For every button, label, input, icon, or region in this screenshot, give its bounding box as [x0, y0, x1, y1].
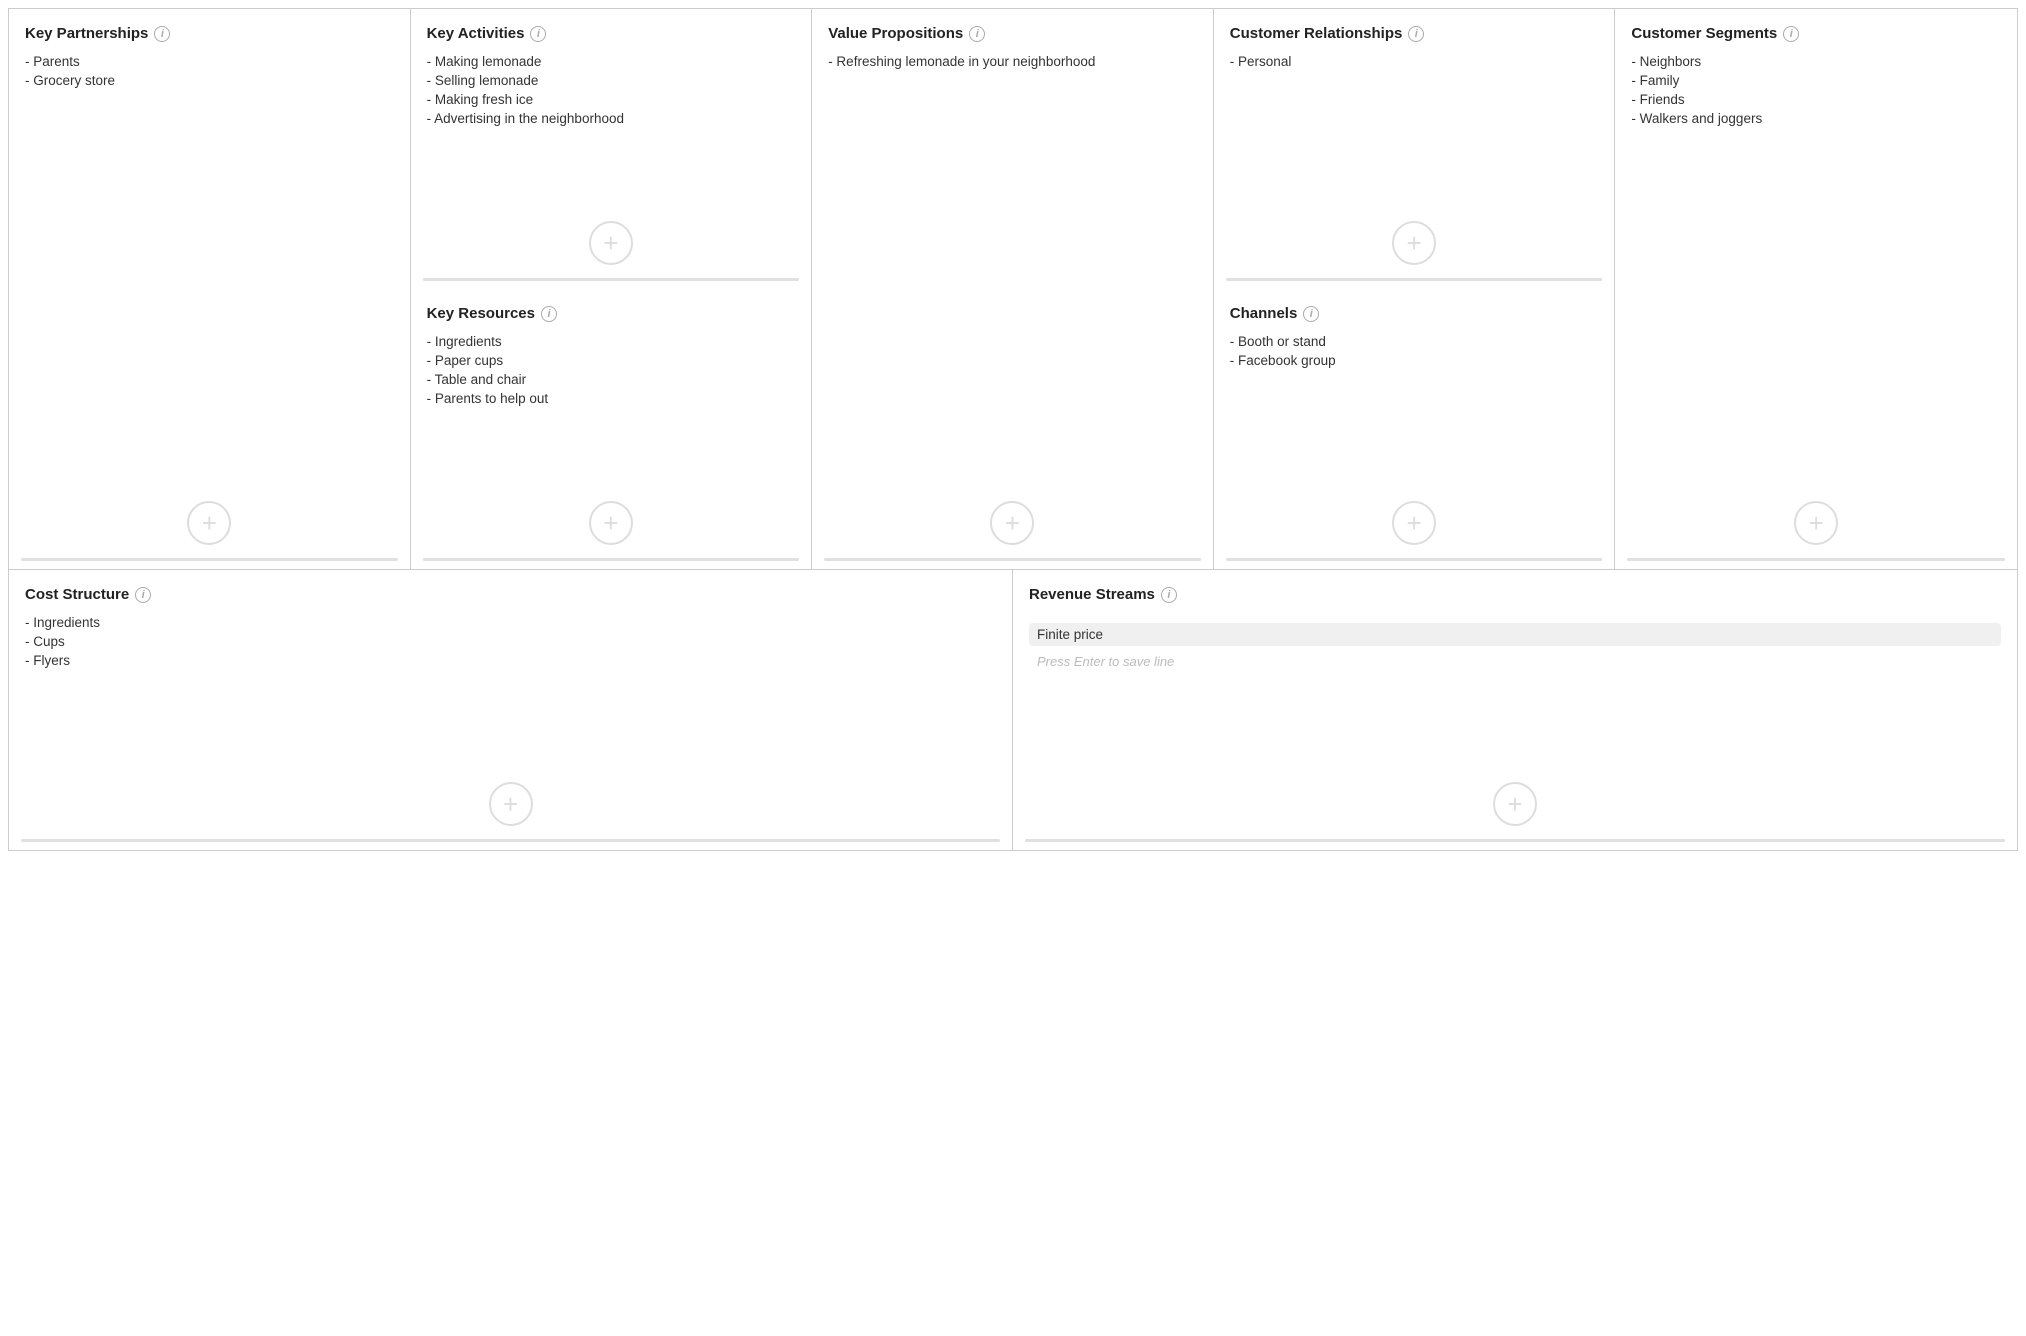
customer-segments-info-icon[interactable]: i — [1783, 26, 1799, 42]
revenue-streams-current-item[interactable]: Finite price — [1029, 623, 2001, 646]
key-partnerships-title: Key Partnerships i — [25, 25, 394, 42]
key-resources-section: Key Resources i - Ingredients - Paper cu… — [411, 289, 813, 569]
list-item: - Parents to help out — [427, 391, 796, 406]
list-item: - Selling lemonade — [427, 73, 796, 88]
key-partnerships-section: Key Partnerships i - Parents - Grocery s… — [9, 9, 411, 569]
key-resources-title: Key Resources i — [427, 305, 796, 322]
list-item: - Friends — [1631, 92, 2001, 107]
key-partnerships-label: Key Partnerships — [25, 25, 148, 42]
revenue-streams-placeholder[interactable]: Press Enter to save line — [1029, 650, 2001, 673]
list-item: - Booth or stand — [1230, 334, 1599, 349]
customer-segments-divider — [1627, 558, 2005, 561]
main-grid: Key Partnerships i - Parents - Grocery s… — [9, 9, 2017, 570]
key-resources-add-button[interactable]: + — [589, 501, 633, 545]
revenue-streams-title: Revenue Streams i — [1029, 586, 2001, 603]
customer-segments-list: - Neighbors - Family - Friends - Walkers… — [1631, 54, 2001, 553]
list-item: - Cups — [25, 634, 996, 649]
channels-section: Channels i - Booth or stand - Facebook g… — [1214, 289, 1616, 569]
list-item: - Making fresh ice — [427, 92, 796, 107]
list-item: - Walkers and joggers — [1631, 111, 2001, 126]
list-item: - Ingredients — [427, 334, 796, 349]
key-activities-label: Key Activities — [427, 25, 525, 42]
key-activities-info-icon[interactable]: i — [530, 26, 546, 42]
list-item: - Making lemonade — [427, 54, 796, 69]
bottom-row: Cost Structure i - Ingredients - Cups - … — [9, 570, 2017, 850]
list-item: - Personal — [1230, 54, 1599, 69]
list-item: - Family — [1631, 73, 2001, 88]
customer-relationships-title: Customer Relationships i — [1230, 25, 1599, 42]
key-partnerships-info-icon[interactable]: i — [154, 26, 170, 42]
cost-structure-label: Cost Structure — [25, 586, 129, 603]
value-propositions-label: Value Propositions — [828, 25, 963, 42]
key-activities-divider — [423, 278, 800, 281]
key-partnerships-add-button[interactable]: + — [187, 501, 231, 545]
cost-structure-title: Cost Structure i — [25, 586, 996, 603]
customer-segments-title: Customer Segments i — [1631, 25, 2001, 42]
list-item: - Grocery store — [25, 73, 394, 88]
value-propositions-list: - Refreshing lemonade in your neighborho… — [828, 54, 1197, 553]
value-propositions-section: Value Propositions i - Refreshing lemona… — [812, 9, 1214, 569]
key-activities-title: Key Activities i — [427, 25, 796, 42]
key-activities-add-button[interactable]: + — [589, 221, 633, 265]
revenue-streams-add-button[interactable]: + — [1493, 782, 1537, 826]
channels-info-icon[interactable]: i — [1303, 306, 1319, 322]
key-resources-divider — [423, 558, 800, 561]
key-partnerships-list: - Parents - Grocery store — [25, 54, 394, 553]
customer-relationships-label: Customer Relationships — [1230, 25, 1403, 42]
list-item: - Advertising in the neighborhood — [427, 111, 796, 126]
customer-relationships-divider — [1226, 278, 1603, 281]
list-item: - Table and chair — [427, 372, 796, 387]
value-propositions-title: Value Propositions i — [828, 25, 1197, 42]
customer-segments-label: Customer Segments — [1631, 25, 1777, 42]
value-propositions-divider — [824, 558, 1201, 561]
value-propositions-add-button[interactable]: + — [990, 501, 1034, 545]
list-item: - Neighbors — [1631, 54, 2001, 69]
revenue-streams-input-area: Finite price Press Enter to save line — [1029, 623, 2001, 673]
cost-structure-divider — [21, 839, 1000, 842]
cost-structure-section: Cost Structure i - Ingredients - Cups - … — [9, 570, 1013, 850]
list-item: - Ingredients — [25, 615, 996, 630]
revenue-streams-info-icon[interactable]: i — [1161, 587, 1177, 603]
revenue-streams-label: Revenue Streams — [1029, 586, 1155, 603]
channels-title: Channels i — [1230, 305, 1599, 322]
customer-segments-add-button[interactable]: + — [1794, 501, 1838, 545]
key-partnerships-divider — [21, 558, 398, 561]
customer-segments-section: Customer Segments i - Neighbors - Family… — [1615, 9, 2017, 569]
list-item: - Parents — [25, 54, 394, 69]
channels-divider — [1226, 558, 1603, 561]
revenue-streams-divider — [1025, 839, 2005, 842]
channels-add-button[interactable]: + — [1392, 501, 1436, 545]
list-item: - Paper cups — [427, 353, 796, 368]
customer-relationships-add-button[interactable]: + — [1392, 221, 1436, 265]
channels-label: Channels — [1230, 305, 1298, 322]
cost-structure-info-icon[interactable]: i — [135, 587, 151, 603]
value-propositions-info-icon[interactable]: i — [969, 26, 985, 42]
list-item: - Flyers — [25, 653, 996, 668]
key-resources-label: Key Resources — [427, 305, 535, 322]
business-model-canvas: Key Partnerships i - Parents - Grocery s… — [8, 8, 2018, 851]
list-item: - Facebook group — [1230, 353, 1599, 368]
key-activities-section: Key Activities i - Making lemonade - Sel… — [411, 9, 813, 289]
revenue-streams-section: Revenue Streams i Finite price Press Ent… — [1013, 570, 2017, 850]
customer-relationships-section: Customer Relationships i - Personal + — [1214, 9, 1616, 289]
customer-relationships-info-icon[interactable]: i — [1408, 26, 1424, 42]
cost-structure-add-button[interactable]: + — [489, 782, 533, 826]
key-resources-info-icon[interactable]: i — [541, 306, 557, 322]
list-item: - Refreshing lemonade in your neighborho… — [828, 54, 1197, 69]
